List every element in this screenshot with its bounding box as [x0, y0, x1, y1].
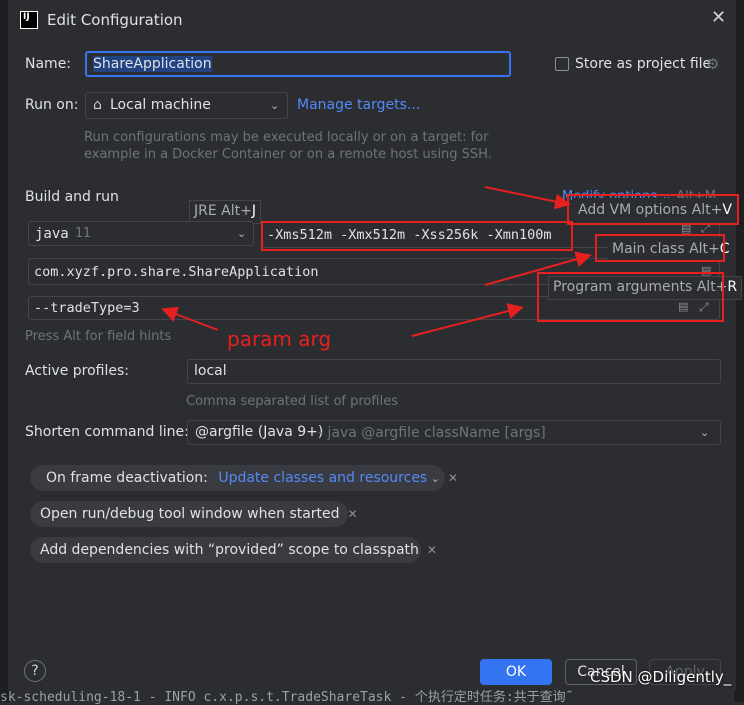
- arrow-to-vm-tip: [484, 186, 571, 210]
- active-profiles-label: Active profiles:: [25, 363, 129, 379]
- arrow-to-main-class: [484, 251, 592, 286]
- help-button[interactable]: ?: [24, 660, 46, 682]
- frame-deactivation-value[interactable]: Update classes and resources: [218, 470, 427, 486]
- ok-button[interactable]: OK: [480, 659, 552, 685]
- param-arg-annotation: param arg: [227, 327, 332, 351]
- chevron-down-icon: ⌄: [427, 472, 440, 485]
- add-deps-pill[interactable]: Add dependencies with “provided” scope t…: [30, 537, 437, 563]
- frame-deactivation-pill[interactable]: On frame deactivation: Update classes an…: [30, 465, 458, 491]
- shorten-hint: - java @argfile className [args]: [318, 425, 546, 441]
- shorten-label: Shorten command line:: [25, 424, 189, 440]
- remove-icon[interactable]: ✕: [348, 507, 358, 521]
- annotation-arrows: [161, 186, 592, 337]
- open-window-pill[interactable]: Open run/debug tool window when started ✕: [30, 501, 358, 527]
- shorten-value: @argfile (Java 9+): [195, 424, 324, 440]
- arrow-param-to-args-field: [411, 303, 524, 337]
- remove-icon[interactable]: ✕: [448, 471, 458, 485]
- watermark: CSDN @Diligently_: [590, 668, 732, 686]
- arrow-param-to-args-value: [161, 306, 219, 331]
- shorten-select[interactable]: @argfile (Java 9+) - java @argfile class…: [187, 420, 721, 445]
- active-profiles-hint: Comma separated list of profiles: [186, 394, 398, 409]
- active-profiles-value: local: [194, 363, 227, 379]
- active-profiles-field[interactable]: local: [187, 359, 721, 384]
- remove-icon[interactable]: ✕: [427, 543, 437, 557]
- chevron-down-icon: ⌄: [700, 426, 710, 439]
